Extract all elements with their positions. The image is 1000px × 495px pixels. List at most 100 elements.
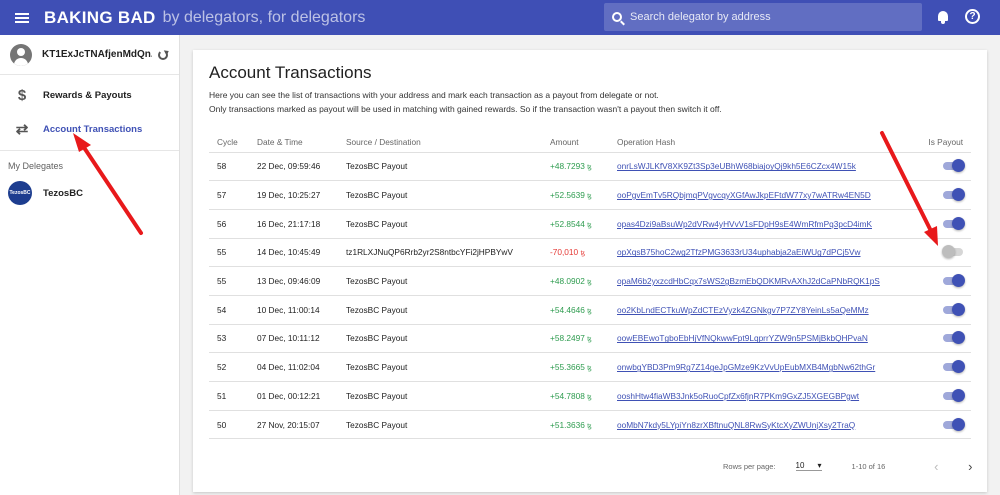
cell-amount: +48.0902 ꜩ bbox=[542, 266, 609, 296]
amount-value: +58.2497 bbox=[550, 333, 585, 344]
pagination: Rows per page: 10 ▾ 1-10 of 16 ‹ › bbox=[723, 458, 979, 474]
operation-hash-link[interactable]: opXqsB75hoC2wg2TfzPMG3633rU34uphabja2aEi… bbox=[617, 247, 861, 257]
cell-source: TezosBC Payout bbox=[338, 352, 542, 382]
cell-cycle: 55 bbox=[209, 238, 249, 268]
dollar-icon: $ bbox=[17, 86, 27, 104]
amount-value: +51.3636 bbox=[550, 419, 585, 430]
sidebar-item-rewards-payouts[interactable]: $ Rewards & Payouts bbox=[0, 78, 179, 112]
help-icon[interactable]: ? bbox=[965, 9, 980, 24]
tez-currency-icon: ꜩ bbox=[587, 336, 592, 344]
table-row: 51 01 Dec, 00:12:21 TezosBC Payout +54.7808… bbox=[209, 381, 971, 411]
table-row: 55 14 Dec, 10:45:49 tz1RLXJNuQP6Rrb2yr2S8n… bbox=[209, 238, 971, 268]
cell-amount: +51.3636 ꜩ bbox=[542, 410, 609, 440]
operation-hash-link[interactable]: ooPgvEmTv5RQbjmqPVgvcqyXGfAwJkpEFtdW77xy… bbox=[617, 190, 871, 200]
menu-button[interactable] bbox=[0, 0, 44, 35]
transactions-table: Cycle Date & Time Source / Destination A… bbox=[209, 132, 971, 440]
cell-is-payout bbox=[900, 324, 971, 354]
operation-hash-link[interactable]: oowEBEwoTgboEbHjVfNQkwwFpt9LqprrYZW9n5PS… bbox=[617, 333, 868, 343]
payout-toggle[interactable] bbox=[943, 331, 965, 345]
payout-toggle[interactable] bbox=[943, 188, 965, 202]
operation-hash-link[interactable]: oo2KbLndECTkuWpZdCTEzVyzk4ZGNkgv7P7ZY8Ye… bbox=[617, 305, 869, 315]
delegate-item-tezosbc[interactable]: TezosBC TezosBC bbox=[0, 177, 179, 209]
toggle-thumb bbox=[952, 302, 965, 316]
cell-date: 10 Dec, 11:00:14 bbox=[249, 295, 338, 325]
table-row: 52 04 Dec, 11:02:04 TezosBC Payout +55.3665… bbox=[209, 352, 971, 382]
tez-currency-icon: ꜩ bbox=[587, 279, 592, 287]
rows-per-page-select[interactable]: 10 ▾ bbox=[795, 461, 822, 471]
amount-value: +48.0902 bbox=[550, 276, 585, 287]
bell-clapper bbox=[941, 21, 945, 24]
cell-amount: +54.4646 ꜩ bbox=[542, 295, 609, 325]
payout-toggle[interactable] bbox=[943, 159, 965, 173]
cell-source: TezosBC Payout bbox=[338, 209, 542, 239]
table-row: 55 13 Dec, 09:46:09 TezosBC Payout +48.0902… bbox=[209, 266, 971, 296]
cell-is-payout bbox=[900, 381, 971, 411]
cell-amount: +55.3665 ꜩ bbox=[542, 352, 609, 382]
operation-hash-link[interactable]: onwbgYBD3Pm9Rg7Z14geJpGMze9KzVvUpEubMXB4… bbox=[617, 362, 875, 372]
app-title[interactable]: BAKING BAD bbox=[44, 8, 156, 28]
operation-hash-link[interactable]: ooMbN7kdy5LYpiYn8zrXBftnuQNL8RwSyKtcXyZW… bbox=[617, 420, 855, 430]
prev-page-button[interactable]: ‹ bbox=[927, 459, 945, 474]
account-address[interactable]: KT1ExJcTNAfjenMdQn... bbox=[42, 49, 152, 60]
payout-toggle[interactable] bbox=[943, 302, 965, 317]
payout-toggle[interactable] bbox=[943, 216, 965, 231]
next-page-button[interactable]: › bbox=[961, 459, 979, 474]
rows-per-page-value: 10 bbox=[795, 461, 805, 470]
cell-hash: onwbgYBD3Pm9Rg7Z14geJpGMze9KzVvUpEubMXB4… bbox=[609, 352, 900, 382]
bell-icon[interactable] bbox=[937, 10, 949, 24]
operation-hash-link[interactable]: opas4Dzi9aBsuWp2dVRw4yHVvV1sFDpH9sE4WmRf… bbox=[617, 219, 872, 229]
column-header-amount[interactable]: Amount bbox=[542, 132, 609, 153]
cell-date: 13 Dec, 09:46:09 bbox=[249, 266, 338, 296]
sidebar-item-label: Rewards & Payouts bbox=[43, 89, 132, 101]
cell-hash: oo2KbLndECTkuWpZdCTEzVyzk4ZGNkgv7P7ZY8Ye… bbox=[609, 295, 900, 325]
tez-currency-icon: ꜩ bbox=[587, 164, 592, 172]
column-header-source[interactable]: Source / Destination bbox=[338, 132, 542, 153]
operation-hash-link[interactable]: ooshHtw4fiaWB3Jnk5oRuoCpfZx6fjnR7PKm9GxZ… bbox=[617, 391, 859, 401]
amount-value: +54.7808 bbox=[550, 390, 585, 401]
cell-amount: +52.5639 ꜩ bbox=[542, 180, 609, 210]
app-bar: BAKING BAD by delegators, for delegators… bbox=[0, 0, 1000, 35]
cell-hash: opXqsB75hoC2wg2TfzPMG3633rU34uphabja2aEi… bbox=[609, 238, 900, 268]
cell-is-payout bbox=[900, 352, 971, 382]
payout-toggle[interactable] bbox=[943, 388, 965, 403]
payout-toggle[interactable] bbox=[943, 360, 965, 374]
search-box[interactable] bbox=[604, 3, 922, 31]
sidebar-item-account-transactions[interactable]: ⇄ Account Transactions bbox=[0, 112, 179, 146]
page-description: Here you can see the list of transaction… bbox=[209, 88, 722, 116]
cell-cycle: 54 bbox=[209, 295, 249, 325]
rows-per-page-label: Rows per page: bbox=[723, 461, 776, 471]
payout-toggle[interactable] bbox=[942, 245, 965, 259]
help-glyph: ? bbox=[969, 11, 976, 22]
avatar-head bbox=[17, 47, 25, 56]
column-header-date[interactable]: Date & Time bbox=[249, 132, 338, 153]
refresh-icon[interactable] bbox=[158, 50, 168, 60]
toggle-thumb bbox=[952, 274, 965, 288]
payout-toggle[interactable] bbox=[943, 274, 965, 288]
amount-value: +52.5639 bbox=[550, 190, 585, 201]
cell-is-payout bbox=[900, 180, 971, 210]
cell-amount: -70,010 ꜩ bbox=[542, 238, 609, 268]
amount-value: +48.7293 bbox=[550, 161, 585, 172]
app-tagline: by delegators, for delegators bbox=[162, 8, 366, 26]
tez-currency-icon: ꜩ bbox=[587, 422, 592, 430]
column-header-hash[interactable]: Operation Hash bbox=[609, 132, 900, 153]
operation-hash-link[interactable]: opaM6b2yxzcdHbCqx7sWS2gBzmEbQDKMRvAXhJ2d… bbox=[617, 276, 880, 286]
tez-currency-icon: ꜩ bbox=[587, 393, 592, 401]
column-header-cycle[interactable]: Cycle bbox=[209, 132, 249, 153]
search-input[interactable] bbox=[630, 11, 910, 23]
cell-cycle: 55 bbox=[209, 266, 249, 296]
cell-amount: +54.7808 ꜩ bbox=[542, 381, 609, 411]
pagination-range: 1-10 of 16 bbox=[851, 461, 886, 471]
operation-hash-link[interactable]: onrLsWJLKfV8XK9Zt3Sp3eUBhW68biajoyQj9kh5… bbox=[617, 161, 856, 171]
cell-cycle: 56 bbox=[209, 209, 249, 239]
search-icon bbox=[612, 12, 622, 22]
table-row: 53 07 Dec, 10:11:12 TezosBC Payout +58.2497… bbox=[209, 324, 971, 354]
column-header-is-payout[interactable]: Is Payout bbox=[900, 132, 971, 153]
cell-cycle: 52 bbox=[209, 352, 249, 382]
cell-cycle: 53 bbox=[209, 324, 249, 354]
payout-toggle[interactable] bbox=[943, 417, 965, 432]
table-row: 54 10 Dec, 11:00:14 TezosBC Payout +54.4646… bbox=[209, 295, 971, 325]
toggle-thumb bbox=[942, 245, 955, 259]
cell-source: TezosBC Payout bbox=[338, 180, 542, 210]
cell-date: 14 Dec, 10:45:49 bbox=[249, 238, 338, 268]
